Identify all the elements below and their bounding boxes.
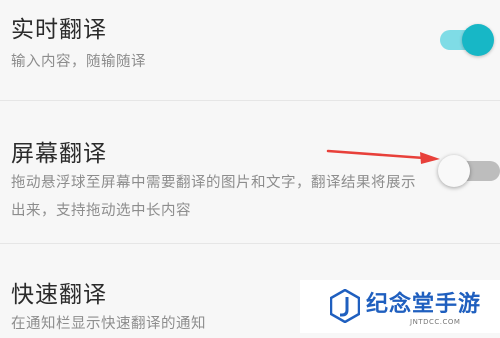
toggle-knob: [438, 155, 470, 187]
setting-title: 快速翻译: [11, 282, 107, 308]
watermark-logo-icon: [330, 289, 360, 323]
setting-description: 拖动悬浮球至屏幕中需要翻译的图片和文字，翻译结果将展示出来，支持拖动选中长内容: [11, 175, 416, 219]
setting-title: 实时翻译: [11, 17, 107, 43]
watermark-text: 纪念堂手游: [366, 292, 482, 317]
screen-translate-toggle[interactable]: [438, 155, 500, 187]
setting-title: 屏幕翻译: [11, 141, 107, 167]
setting-item-screen-translate: 屏幕翻译 拖动悬浮球至屏幕中需要翻译的图片和文字，翻译结果将展示出来，支持拖动选…: [0, 101, 500, 243]
watermark-subtext: JNTDCC.COM: [410, 318, 461, 326]
setting-item-realtime-translate: 实时翻译 输入内容，随输随译: [0, 0, 500, 100]
toggle-knob: [462, 24, 494, 56]
realtime-translate-toggle[interactable]: [436, 24, 494, 56]
setting-description: 输入内容，随输随译: [11, 54, 146, 70]
watermark: 纪念堂手游 JNTDCC.COM: [300, 280, 500, 333]
